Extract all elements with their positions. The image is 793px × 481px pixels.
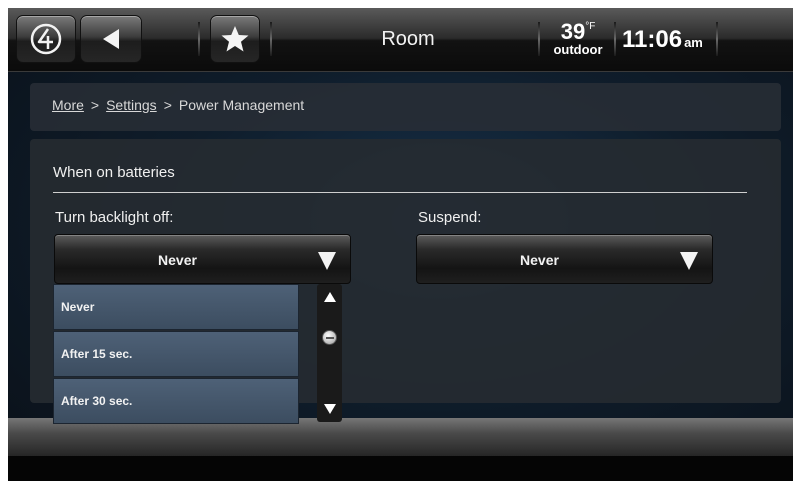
backlight-options-list: Never After 15 sec. After 30 sec. [53, 284, 301, 425]
scroll-down-icon[interactable] [324, 404, 336, 414]
temperature-unit: F [589, 21, 596, 32]
breadcrumb-separator: > [90, 97, 100, 113]
toolbar-separator [538, 22, 540, 56]
outdoor-temperature[interactable]: 39°F outdoor [548, 19, 608, 57]
breadcrumb-more-link[interactable]: More [52, 97, 84, 113]
clock-time: 11:06 [622, 26, 683, 53]
favorites-button[interactable] [210, 15, 260, 63]
back-button[interactable] [80, 15, 142, 63]
breadcrumb-settings-link[interactable]: Settings [106, 97, 157, 113]
backlight-dropdown[interactable]: Never [54, 234, 351, 284]
clock-ampm: am [684, 35, 703, 50]
triangle-down-icon [318, 252, 336, 270]
backlight-label: Turn backlight off: [55, 209, 174, 226]
suspend-dropdown[interactable]: Never [416, 234, 713, 284]
toolbar-separator [716, 22, 718, 56]
toolbar-separator [614, 22, 616, 56]
backlight-option-15-sec[interactable]: After 15 sec. [53, 331, 299, 377]
scroll-thumb[interactable] [322, 330, 337, 345]
temperature-value: 39 [560, 19, 586, 44]
breadcrumb-separator: > [163, 97, 172, 113]
backlight-option-never[interactable]: Never [53, 284, 299, 330]
bottom-strip [8, 456, 793, 481]
section-divider [53, 192, 747, 193]
toolbar-separator [198, 22, 200, 56]
temperature-label: outdoor [553, 42, 603, 57]
options-scrollbar[interactable] [317, 284, 342, 422]
top-bar: Room 39°F outdoor 11:06 am [8, 8, 793, 72]
home-logo-icon [30, 23, 62, 55]
breadcrumb-panel: More > Settings > Power Management [30, 83, 781, 131]
section-title: When on batteries [53, 164, 175, 181]
suspend-dropdown-value: Never [520, 252, 559, 268]
room-title[interactable]: Room [348, 28, 468, 51]
backlight-option-30-sec[interactable]: After 30 sec. [53, 378, 299, 424]
suspend-label: Suspend: [418, 209, 482, 226]
home-button[interactable] [16, 15, 76, 63]
star-icon [221, 26, 249, 52]
back-arrow-icon [103, 29, 119, 49]
breadcrumb: More > Settings > Power Management [52, 97, 304, 113]
toolbar-separator [270, 22, 272, 56]
breadcrumb-current: Power Management [178, 97, 305, 113]
backlight-dropdown-value: Never [158, 252, 197, 268]
scroll-up-icon[interactable] [324, 292, 336, 302]
clock: 11:06 am [622, 26, 703, 54]
triangle-down-icon [680, 252, 698, 270]
